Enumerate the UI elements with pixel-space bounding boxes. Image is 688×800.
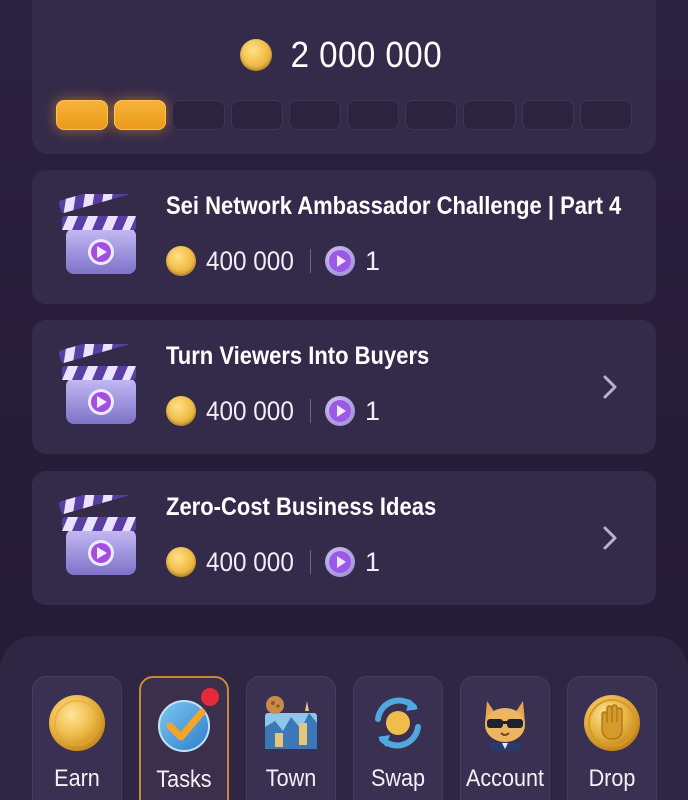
- clapperboard-icon: [58, 495, 136, 575]
- clapperboard-icon: [58, 194, 136, 274]
- video-play-icon: [325, 246, 355, 276]
- nav-label: Drop: [588, 765, 636, 792]
- bottom-nav: Earn Tasks Town Swap Account Drop: [0, 636, 688, 800]
- nav-town[interactable]: Town: [246, 676, 336, 800]
- balance-row: 2 000 000: [32, 30, 656, 80]
- progress-segment-empty: [347, 100, 400, 130]
- nav-label: Swap: [370, 765, 426, 792]
- nav-account[interactable]: Account: [460, 676, 550, 800]
- reward-row: 400 000 1: [166, 244, 380, 278]
- task-card[interactable]: Sei Network Ambassador Challenge | Part …: [32, 170, 656, 304]
- nav-tasks[interactable]: Tasks: [139, 676, 229, 800]
- chevron-right-icon[interactable]: [602, 373, 618, 401]
- nav-drop[interactable]: Drop: [567, 676, 657, 800]
- nav-items: Earn Tasks Town Swap Account Drop: [32, 676, 657, 800]
- nav-label: Account: [465, 765, 545, 792]
- nav-label: Town: [265, 765, 317, 792]
- reward-amount: 400 000: [206, 395, 294, 426]
- video-count: 1: [365, 546, 381, 577]
- progress-segment-empty: [521, 100, 574, 130]
- balance-card: 2 000 000: [32, 0, 656, 154]
- task-title: Sei Network Ambassador Challenge | Part …: [166, 192, 622, 220]
- divider: [310, 249, 311, 273]
- video-play-icon: [325, 396, 355, 426]
- progress-bar: [56, 100, 633, 130]
- reward-row: 400 000 1: [166, 394, 380, 428]
- coin-icon: [166, 547, 196, 577]
- chevron-right-icon[interactable]: [602, 524, 618, 552]
- coin-icon: [49, 695, 105, 751]
- video-count: 1: [365, 395, 381, 426]
- notification-badge: [199, 686, 221, 708]
- reward-amount: 400 000: [206, 245, 294, 276]
- divider: [310, 399, 311, 423]
- clapperboard-icon: [58, 344, 136, 424]
- task-card[interactable]: Zero-Cost Business Ideas 400 000 1: [32, 471, 656, 605]
- video-play-icon: [325, 547, 355, 577]
- coin-icon: [166, 246, 196, 276]
- task-title: Turn Viewers Into Buyers: [166, 342, 430, 370]
- progress-segment-empty: [463, 100, 516, 130]
- town-icon: [265, 696, 317, 749]
- cat-avatar-icon: [485, 701, 525, 751]
- progress-segment-empty: [172, 100, 225, 130]
- nav-label: Earn: [54, 765, 100, 792]
- progress-segment-filled: [56, 100, 109, 130]
- coin-icon: [166, 396, 196, 426]
- progress-segment-empty: [405, 100, 458, 130]
- hand-coin-icon: [584, 695, 640, 751]
- progress-segment-empty: [579, 100, 633, 130]
- task-card[interactable]: Turn Viewers Into Buyers 400 000 1: [32, 320, 656, 454]
- swap-icon: [375, 697, 421, 749]
- reward-amount: 400 000: [206, 546, 294, 577]
- nav-swap[interactable]: Swap: [353, 676, 443, 800]
- balance-value: 2 000 000: [290, 34, 442, 75]
- reward-row: 400 000 1: [166, 545, 380, 579]
- nav-label: Tasks: [156, 766, 212, 793]
- progress-segment-filled: [114, 100, 167, 130]
- progress-segment-empty: [288, 100, 342, 130]
- progress-segment-empty: [230, 100, 283, 130]
- video-count: 1: [365, 245, 381, 276]
- divider: [310, 550, 311, 574]
- coin-icon: [239, 39, 272, 71]
- nav-earn[interactable]: Earn: [32, 676, 122, 800]
- task-title: Zero-Cost Business Ideas: [166, 493, 437, 521]
